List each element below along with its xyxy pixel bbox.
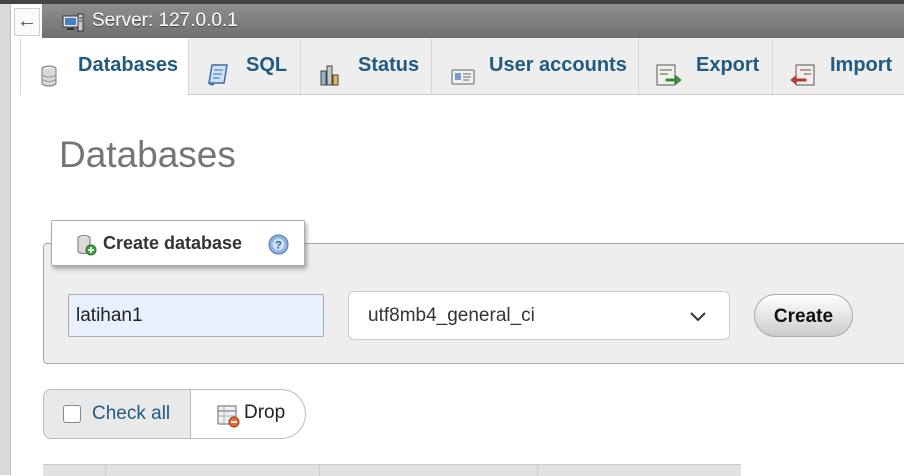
tab-export[interactable]: Export [639,38,773,94]
back-button[interactable]: ← [14,8,40,36]
column-divider [537,465,538,476]
tab-label: Status [358,54,420,76]
check-all-checkbox[interactable] [63,405,81,423]
tab-label: Import [830,54,893,76]
database-add-icon [76,234,98,261]
database-icon [40,54,58,108]
tab-databases[interactable]: Databases [20,38,189,95]
import-icon [790,54,816,108]
check-all-label: Check all [92,403,171,424]
chevron-down-icon [690,309,706,327]
back-arrow-icon: ← [17,10,37,32]
column-divider [319,465,320,476]
tab-label: User accounts [489,54,627,76]
create-button[interactable]: Create [754,294,853,337]
drop-label: Drop [244,402,286,423]
databases-table-header [43,464,741,476]
database-name-input[interactable] [68,294,324,337]
collation-select[interactable]: utf8mb4_general_ci [348,291,730,340]
svg-text:?: ? [275,240,282,252]
status-icon [318,54,342,108]
user-accounts-icon [451,54,475,108]
tab-label: Export [696,54,760,76]
drop-icon [217,404,241,433]
page-title: Databases [59,134,236,175]
create-database-heading: Create database [103,233,243,253]
tab-label: SQL [246,54,288,76]
drop-button[interactable]: Drop [190,389,306,439]
main-tab-bar: Databases SQL Status User accounts Expor… [20,38,904,95]
tab-import[interactable]: Import [773,38,904,94]
tab-status[interactable]: Status [301,38,432,94]
sql-icon [207,54,231,108]
check-all-toggle[interactable]: Check all [43,389,191,439]
tab-user-accounts[interactable]: User accounts [432,38,639,94]
help-icon[interactable]: ? [268,234,289,260]
collation-selected-value: utf8mb4_general_ci [368,305,535,326]
server-breadcrumb-link[interactable]: Server: 127.0.0.1 [92,4,238,38]
column-divider [105,465,106,476]
breadcrumb: Server: 127.0.0.1 [42,4,904,38]
create-database-legend: Create database ? [51,220,305,266]
navigation-panel-edge[interactable] [0,4,11,475]
export-icon [656,54,682,108]
tab-label: Databases [78,54,179,76]
tab-sql[interactable]: SQL [189,38,301,94]
